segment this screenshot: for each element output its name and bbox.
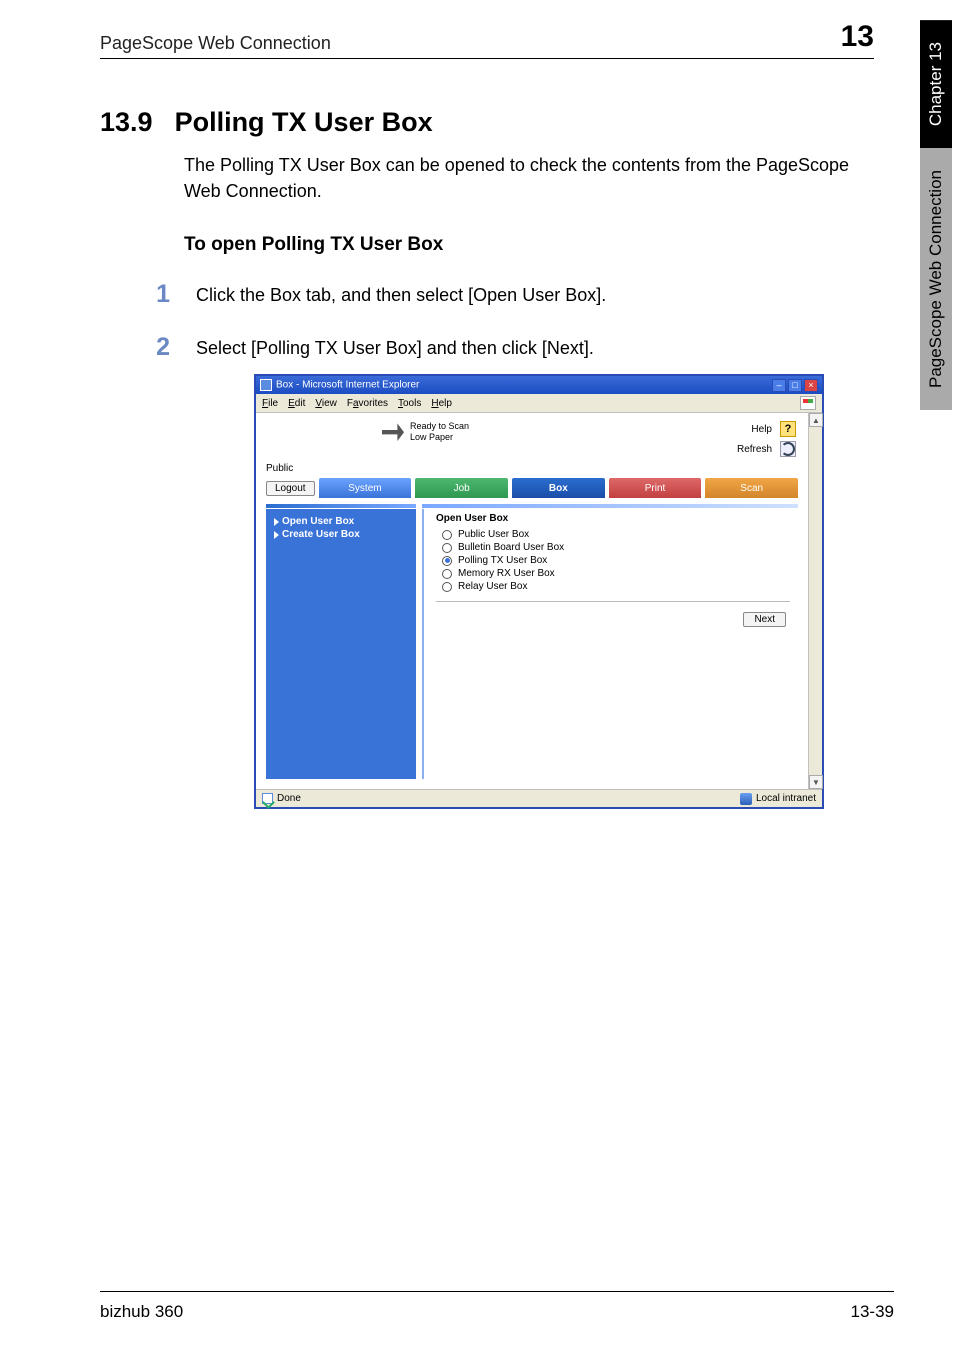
- tab-box[interactable]: Box: [512, 478, 605, 498]
- subheading: To open Polling TX User Box: [184, 234, 874, 256]
- help-icon[interactable]: ?: [780, 421, 796, 437]
- maximize-button[interactable]: □: [788, 379, 802, 392]
- step-2-number: 2: [150, 333, 170, 362]
- user-label: Public: [256, 461, 808, 478]
- close-button[interactable]: ×: [804, 379, 818, 392]
- step-1-number: 1: [150, 280, 170, 309]
- triangle-icon: [274, 518, 279, 526]
- statusbar-zone: Local intranet: [756, 793, 816, 804]
- page-footer: bizhub 360 13-39: [100, 1291, 894, 1322]
- header-left: PageScope Web Connection: [100, 33, 331, 54]
- panel-title: Open User Box: [436, 513, 790, 524]
- step-1: 1 Click the Box tab, and then select [Op…: [100, 280, 874, 309]
- header-right: 13: [841, 20, 874, 54]
- radio-public-user-box[interactable]: Public User Box: [436, 528, 790, 541]
- step-2: 2 Select [Polling TX User Box] and then …: [100, 333, 874, 362]
- browser-statusbar: Done Local intranet: [256, 789, 822, 807]
- refresh-icon[interactable]: [780, 441, 796, 457]
- tab-job[interactable]: Job: [415, 478, 508, 498]
- side-panel: Open User Box Create User Box: [266, 504, 416, 779]
- scroll-up-icon[interactable]: ▲: [809, 413, 823, 427]
- tab-scan[interactable]: Scan: [705, 478, 798, 498]
- side-create-user-box[interactable]: Create User Box: [274, 528, 408, 541]
- menu-favorites[interactable]: Favorites: [347, 398, 388, 409]
- intranet-icon: [740, 793, 752, 805]
- statusbar-done: Done: [277, 793, 301, 804]
- footer-right: 13-39: [851, 1302, 894, 1322]
- browser-menubar: File Edit View Favorites Tools Help: [256, 394, 822, 413]
- side-tab-section: PageScope Web Connection: [920, 148, 952, 410]
- browser-screenshot: Box - Microsoft Internet Explorer – □ × …: [254, 374, 824, 809]
- next-button[interactable]: Next: [743, 612, 786, 627]
- menu-file[interactable]: File: [262, 398, 278, 409]
- scroll-down-icon[interactable]: ▼: [809, 775, 823, 789]
- intro-paragraph: The Polling TX User Box can be opened to…: [184, 152, 874, 204]
- done-icon: [262, 793, 273, 804]
- radio-memory-rx-user-box[interactable]: Memory RX User Box: [436, 567, 790, 580]
- ie-icon: [260, 379, 272, 391]
- radio-bulletin-board-user-box[interactable]: Bulletin Board User Box: [436, 541, 790, 554]
- tab-system[interactable]: System: [319, 478, 412, 498]
- menu-view[interactable]: View: [315, 398, 337, 409]
- running-header: PageScope Web Connection 13: [100, 20, 874, 59]
- side-tab-chapter: Chapter 13: [920, 20, 952, 148]
- refresh-label: Refresh: [737, 444, 772, 455]
- radio-relay-user-box[interactable]: Relay User Box: [436, 580, 790, 593]
- window-titlebar: Box - Microsoft Internet Explorer – □ ×: [256, 376, 822, 394]
- minimize-button[interactable]: –: [772, 379, 786, 392]
- help-label: Help: [751, 424, 772, 435]
- device-status-text: Ready to Scan Low Paper: [410, 421, 469, 444]
- menu-edit[interactable]: Edit: [288, 398, 305, 409]
- section-title: Polling TX User Box: [175, 107, 433, 138]
- triangle-icon: [274, 531, 279, 539]
- tabs-row: Logout System Job Box Print Scan: [256, 478, 808, 504]
- windows-flag-icon: [800, 396, 816, 410]
- device-status-row: Ready to Scan Low Paper Help ? Refresh: [256, 413, 808, 461]
- menu-tools[interactable]: Tools: [398, 398, 421, 409]
- menu-help[interactable]: Help: [431, 398, 452, 409]
- logout-button[interactable]: Logout: [266, 481, 315, 496]
- section-number: 13.9: [100, 107, 153, 138]
- tab-print[interactable]: Print: [609, 478, 702, 498]
- radio-polling-tx-user-box[interactable]: Polling TX User Box: [436, 554, 790, 567]
- main-panel: Open User Box Public User Box Bulletin B…: [422, 504, 798, 779]
- section-heading: 13.9 Polling TX User Box: [100, 107, 874, 138]
- footer-left: bizhub 360: [100, 1302, 183, 1322]
- vertical-scrollbar[interactable]: ▲ ▼: [808, 413, 822, 789]
- printer-status-icon: [382, 421, 404, 443]
- window-title: Box - Microsoft Internet Explorer: [276, 380, 419, 391]
- side-open-user-box[interactable]: Open User Box: [274, 515, 408, 528]
- step-2-text: Select [Polling TX User Box] and then cl…: [196, 333, 594, 359]
- step-1-text: Click the Box tab, and then select [Open…: [196, 280, 606, 306]
